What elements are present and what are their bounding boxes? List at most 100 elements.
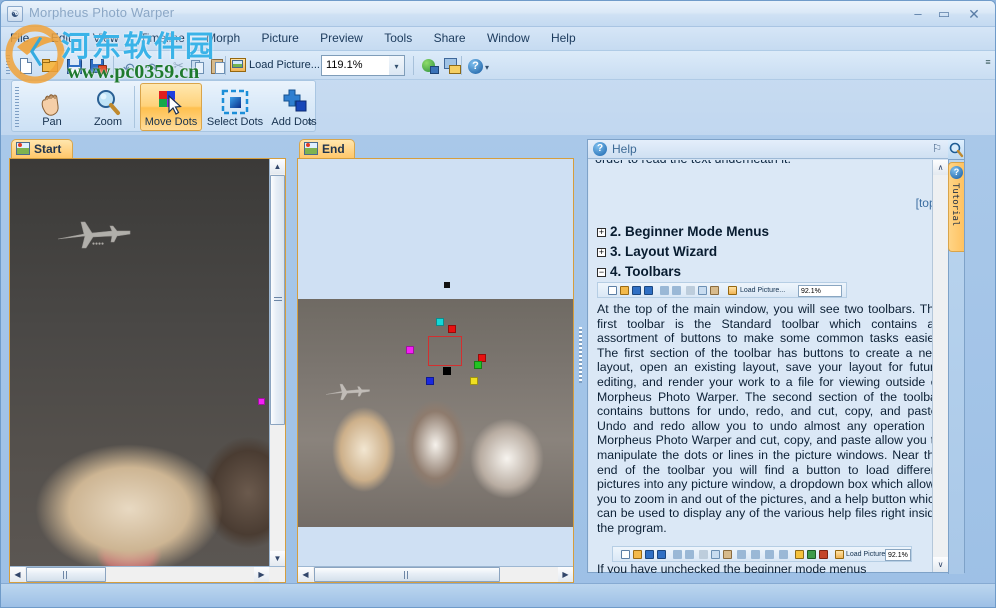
toolbar-grip[interactable] — [6, 55, 10, 75]
airplane-graphic: ●●●● — [48, 217, 134, 253]
minimize-button[interactable]: – — [905, 5, 931, 23]
menu-item-window[interactable]: Window — [478, 27, 539, 50]
menu-item-help[interactable]: Help — [542, 27, 585, 50]
toolbar-separator — [113, 56, 114, 75]
picture-icon — [304, 142, 318, 155]
airplane-graphic — [320, 381, 372, 403]
maximize-button[interactable]: ▭ — [931, 5, 957, 23]
application-window: ☯ Morpheus Photo Warper – ▭ ✕ File Edit … — [0, 0, 996, 608]
toolbar-separator-3 — [413, 56, 414, 75]
toolbar-overflow-button[interactable]: ≡ — [983, 57, 993, 75]
start-vertical-scroll-thumb[interactable] — [270, 175, 285, 425]
save-icon[interactable] — [63, 55, 84, 76]
help-scroll-down-button[interactable]: ∨ — [933, 557, 948, 572]
menu-item-view[interactable]: View — [84, 27, 128, 50]
help-panel-titlebar: ? Help ⚐ ✕ — [588, 140, 964, 159]
hand-icon — [36, 88, 68, 118]
dot-green[interactable] — [474, 361, 482, 369]
pane-tab-start-label: Start — [34, 142, 61, 156]
expander-icon[interactable]: + — [597, 228, 606, 237]
end-scroll-right-button[interactable]: ▶ — [558, 567, 573, 582]
tutorial-tab[interactable]: ? Tutorial — [948, 162, 964, 252]
menu-item-preview[interactable]: Preview — [311, 27, 372, 50]
render-icon[interactable] — [87, 55, 108, 76]
dot-magenta-start[interactable] — [258, 398, 265, 405]
move-dots-icon — [155, 88, 187, 118]
start-scroll-up-button[interactable]: ▲ — [270, 159, 285, 174]
help-embedded-toolbar-1: Load Picture... 92.1% — [597, 282, 847, 298]
search-icon[interactable] — [948, 140, 964, 160]
start-horizontal-scrollbar[interactable]: ◀ ▶ — [10, 566, 285, 582]
end-scroll-left-button[interactable]: ◀ — [298, 567, 313, 582]
help-content[interactable]: order to read the text underneath it. [t… — [589, 160, 949, 572]
help-heading-toolbars[interactable]: −4. Toolbars — [597, 264, 681, 279]
close-button[interactable]: ✕ — [961, 5, 987, 23]
help-scroll-up-button[interactable]: ∧ — [933, 160, 948, 175]
new-icon[interactable] — [15, 55, 36, 76]
expander-icon[interactable]: + — [597, 248, 606, 257]
help-icon[interactable]: ? ▾ — [465, 55, 495, 76]
start-scroll-down-button[interactable]: ▼ — [270, 551, 285, 566]
menu-item-edit[interactable]: Edit — [42, 27, 81, 50]
cut-icon[interactable]: ✂ — [167, 55, 188, 76]
dot-red-1[interactable] — [448, 325, 456, 333]
help-embedded-toolbar-2: Load Picture... 92.1% — [612, 546, 912, 562]
menu-item-file[interactable]: File — [1, 27, 38, 50]
app-icon: ☯ — [7, 6, 23, 22]
load-picture-label: Load Picture... — [249, 59, 320, 71]
select-dots-button[interactable]: Select Dots — [204, 83, 266, 131]
help-toolbar-load-picture-label: Load Picture... — [740, 287, 785, 294]
pane-tab-end[interactable]: End — [299, 139, 355, 158]
open-icon[interactable] — [39, 55, 60, 76]
globe-upload-icon[interactable] — [419, 55, 440, 76]
scroll-thumb-grip — [274, 297, 282, 303]
pane-tab-start[interactable]: Start — [11, 139, 73, 158]
help-panel-title: Help — [612, 142, 637, 156]
start-scroll-left-button[interactable]: ◀ — [10, 567, 25, 582]
dot-black-outside[interactable] — [444, 282, 450, 288]
help-heading-layout-wizard[interactable]: +3. Layout Wizard — [597, 244, 717, 259]
zoom-label: Zoom — [81, 116, 135, 128]
pan-button[interactable]: Pan — [24, 83, 80, 131]
help-heading-beginner-mode-menus[interactable]: +2. Beginner Mode Menus — [597, 224, 769, 239]
menu-item-picture[interactable]: Picture — [252, 27, 307, 50]
start-scroll-right-button[interactable]: ▶ — [254, 567, 269, 582]
menu-item-morph[interactable]: Morph — [197, 27, 249, 50]
add-dots-button[interactable]: Add Dots — [266, 83, 322, 131]
help-panel: ? Help ⚐ ✕ order to read the text undern… — [587, 139, 965, 573]
move-dots-button[interactable]: Move Dots — [140, 83, 202, 131]
copy-icon[interactable] — [187, 55, 208, 76]
pan-label: Pan — [25, 116, 79, 128]
pin-icon[interactable]: ⚐ — [932, 142, 942, 155]
collapse-icon[interactable]: − — [597, 268, 606, 277]
undo-icon[interactable]: ↶ — [119, 55, 140, 76]
start-horizontal-scroll-thumb[interactable] — [26, 567, 106, 582]
start-image[interactable]: ●●●● — [10, 159, 269, 566]
menu-bar: File Edit View Timeline Morph Picture Pr… — [1, 27, 996, 51]
dot-magenta[interactable] — [406, 346, 414, 354]
help-toolbar-zoom-value: 92.1% — [798, 285, 842, 297]
dot-blue[interactable] — [426, 377, 434, 385]
email-icon[interactable] — [441, 55, 462, 76]
help-toolbar2-zoom-value: 92.1% — [885, 549, 911, 561]
help-vertical-scrollbar[interactable]: ∧ ∨ — [932, 160, 948, 572]
end-horizontal-scroll-thumb[interactable] — [314, 567, 500, 582]
dot-cyan[interactable] — [436, 318, 444, 326]
end-horizontal-scrollbar[interactable]: ◀ ▶ — [298, 566, 573, 582]
end-image[interactable] — [298, 299, 573, 527]
menu-item-share[interactable]: Share — [425, 27, 475, 50]
chevron-down-icon[interactable]: ▾ — [389, 55, 405, 76]
menu-item-timeline[interactable]: Timeline — [131, 27, 194, 50]
start-vertical-scrollbar[interactable]: ▲ ▼ — [269, 159, 285, 566]
zoom-button[interactable]: Zoom — [80, 83, 136, 131]
redo-icon[interactable]: ↷ — [143, 55, 164, 76]
pane-splitter[interactable] — [577, 137, 585, 577]
dot-black[interactable] — [443, 367, 451, 375]
ribbon-grip[interactable] — [15, 87, 19, 127]
picture-pane-end: ◀ ▶ — [297, 158, 574, 583]
menu-item-tools[interactable]: Tools — [375, 27, 421, 50]
ribbon-overflow-button[interactable]: ≡ — [308, 117, 313, 127]
load-picture-button[interactable]: Load Picture... — [229, 55, 324, 76]
dot-yellow[interactable] — [470, 377, 478, 385]
dot-selection-box[interactable] — [428, 336, 462, 366]
